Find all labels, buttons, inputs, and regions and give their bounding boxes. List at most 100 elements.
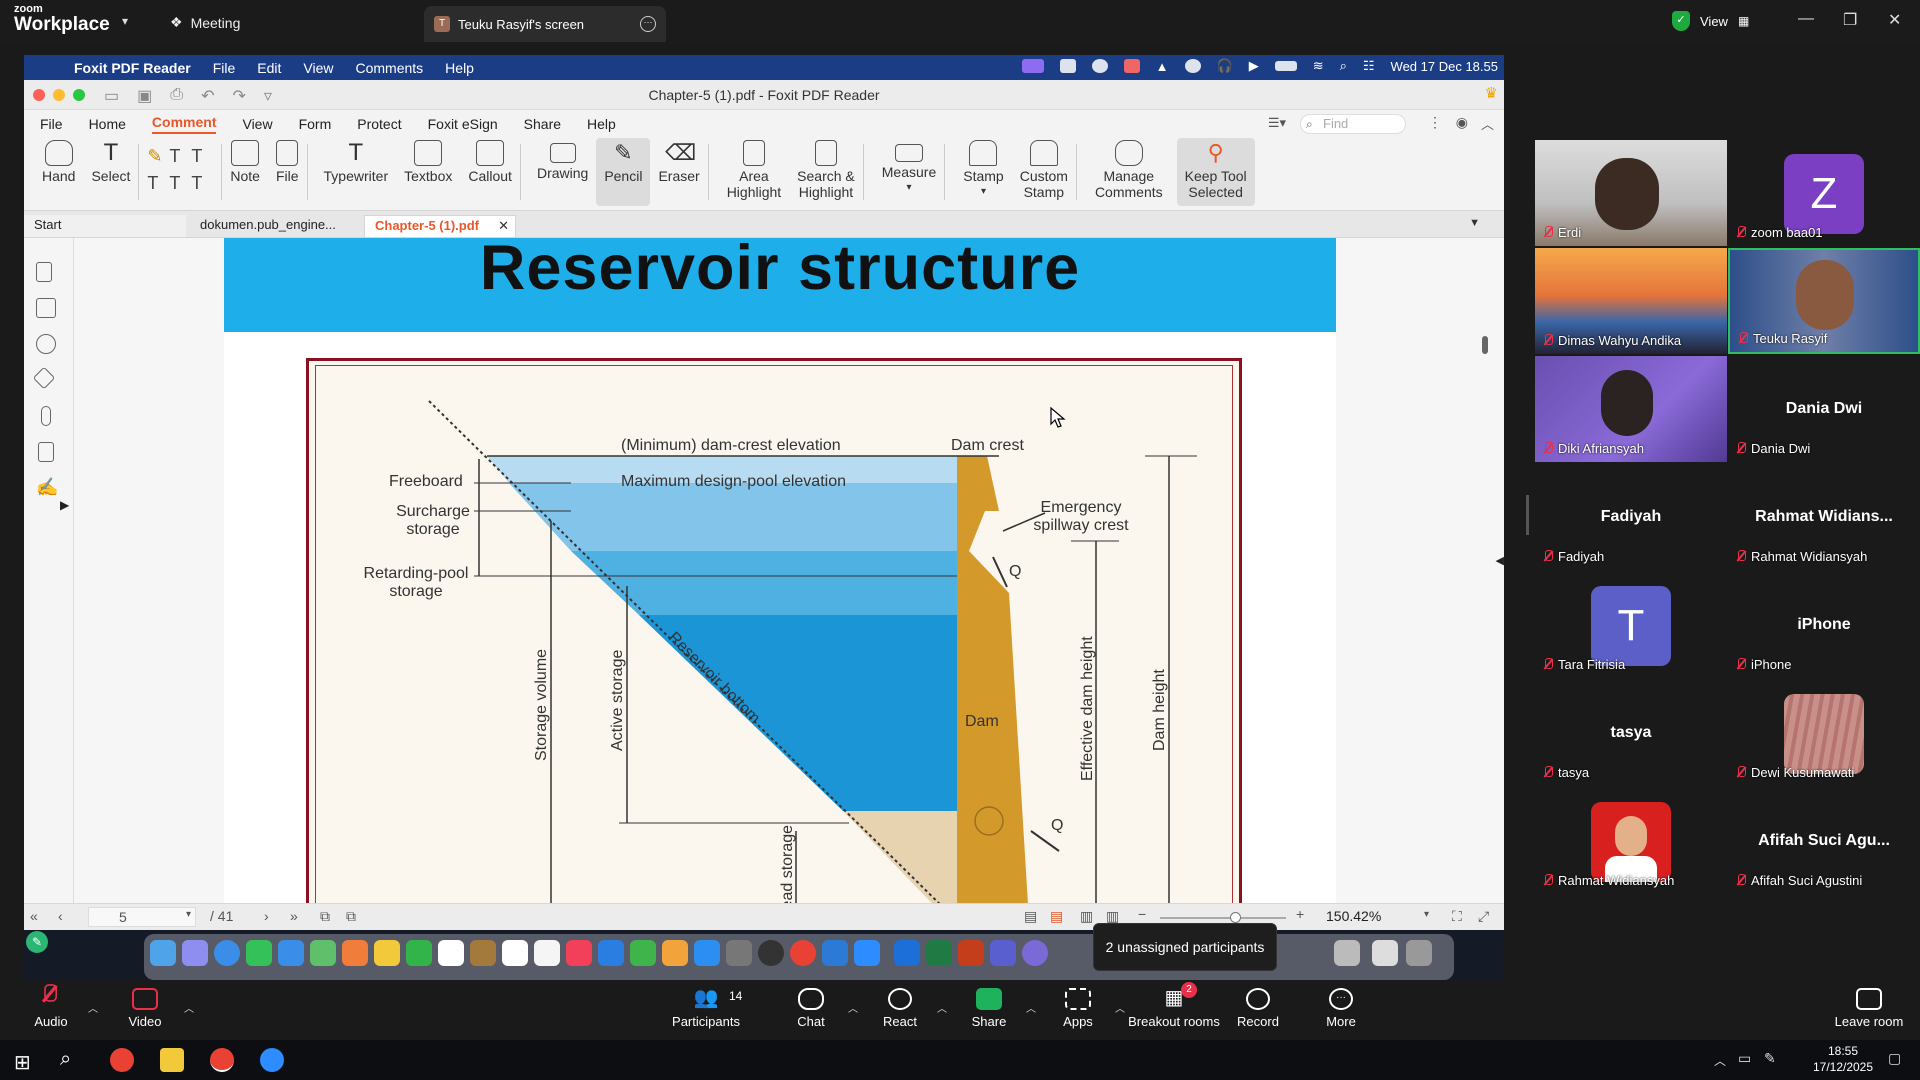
vertical-scrollbar-thumb[interactable]: [1482, 336, 1488, 354]
first-page-icon[interactable]: «: [30, 908, 38, 924]
participant-tile-tara[interactable]: T Tara Fitrisia: [1535, 572, 1727, 678]
more-button[interactable]: ··· More: [1296, 986, 1386, 1029]
pages-app-icon[interactable]: [662, 940, 688, 966]
chrome-active-icon[interactable]: [210, 1048, 234, 1072]
chrome-icon[interactable]: [790, 940, 816, 966]
chatgpt-icon[interactable]: [758, 940, 784, 966]
video-button[interactable]: Video ︿: [100, 986, 194, 1029]
file-explorer-icon[interactable]: [160, 1048, 184, 1072]
record-button[interactable]: Record: [1213, 986, 1303, 1029]
zoom-taskbar-icon[interactable]: [260, 1048, 284, 1072]
numbers-icon[interactable]: [630, 940, 656, 966]
area-highlight-tool[interactable]: Area Highlight: [719, 138, 789, 200]
comments-icon[interactable]: [36, 334, 56, 354]
react-button[interactable]: React ︿: [855, 986, 947, 1029]
participant-tile-tasya[interactable]: tasya tasya: [1535, 680, 1727, 786]
audio-button[interactable]: Audio ︿: [6, 984, 98, 1029]
battery-icon[interactable]: [1274, 61, 1297, 71]
eraser-tool[interactable]: ⌫ Eraser: [650, 138, 707, 184]
typewriter-tool[interactable]: T Typewriter: [316, 138, 397, 185]
pen-icon[interactable]: ✎: [1764, 1050, 1776, 1067]
tray-chevron-icon[interactable]: ︿: [1714, 1052, 1726, 1069]
freeform-icon[interactable]: [534, 940, 560, 966]
safari-icon[interactable]: [214, 940, 240, 966]
prev-page-icon[interactable]: ‹: [58, 908, 63, 924]
spotlight-search-icon[interactable]: ⌕: [1340, 58, 1347, 74]
pencil-tool[interactable]: ✎ Pencil: [596, 138, 651, 206]
expand-panel-icon[interactable]: ▶: [60, 498, 69, 512]
zoom-level[interactable]: 150.42%: [1326, 908, 1381, 924]
mac-clock[interactable]: Wed 17 Dec 18.55: [1391, 59, 1498, 74]
outlook-icon[interactable]: [894, 940, 920, 966]
messages-icon[interactable]: [246, 940, 272, 966]
collapse-right-icon[interactable]: ◀: [1496, 554, 1504, 567]
siri-icon[interactable]: [1022, 940, 1048, 966]
music-icon[interactable]: [566, 940, 592, 966]
tab-home[interactable]: Home: [89, 116, 126, 132]
taskbar-clock[interactable]: 18:55 17/12/2025: [1808, 1043, 1878, 1075]
tab-list-icon[interactable]: ▼: [1469, 217, 1480, 229]
mac-menu-view[interactable]: View: [303, 60, 333, 76]
leave-room-button[interactable]: Leave room: [1824, 986, 1914, 1029]
keep-tool-selected-toggle[interactable]: ⚲ Keep Tool Selected: [1176, 138, 1255, 206]
network-icon[interactable]: ▭: [1738, 1050, 1751, 1067]
manage-comments-tool[interactable]: Manage Comments: [1087, 138, 1171, 200]
minimize-icon[interactable]: —: [1798, 10, 1814, 28]
zoom-slider[interactable]: [1160, 912, 1286, 923]
screen-share-icon[interactable]: [1021, 59, 1044, 73]
find-input[interactable]: ⌕ Find: [1300, 114, 1406, 134]
document-view[interactable]: Reservoir structure (Minimum) dam-crest …: [74, 238, 1504, 903]
participant-tile-rahmat-2[interactable]: Rahmat Widiansyah: [1535, 788, 1727, 894]
fit-page-icon[interactable]: ⛶: [1452, 908, 1462, 925]
extract-page-icon[interactable]: ⧉: [346, 908, 356, 925]
facing-page-icon[interactable]: ▥: [1080, 908, 1093, 925]
textbox-tool[interactable]: Textbox: [396, 138, 460, 184]
last-page-icon[interactable]: »: [290, 908, 298, 924]
audio-options-icon[interactable]: ︿: [88, 1000, 98, 1015]
folder-icon[interactable]: [1372, 940, 1398, 966]
layers-icon[interactable]: [32, 366, 56, 390]
single-page-icon[interactable]: ▤: [1024, 908, 1037, 925]
wifi-icon[interactable]: ≋: [1313, 58, 1324, 74]
cloud-icon[interactable]: [1091, 59, 1108, 73]
callout-tool[interactable]: Callout: [460, 138, 520, 184]
zoom-app-icon[interactable]: [854, 940, 880, 966]
shield-status-icon[interactable]: [1123, 59, 1140, 73]
replace-text-icon[interactable]: T: [169, 173, 191, 194]
participant-tile-erdi[interactable]: Erdi: [1535, 140, 1727, 246]
video-options-icon[interactable]: ︿: [184, 1000, 194, 1015]
restore-icon[interactable]: ❐: [1843, 10, 1857, 30]
participant-tile-diki[interactable]: Diki Afriansyah: [1535, 356, 1727, 462]
participant-tile-dania[interactable]: Dania Dwi Dania Dwi: [1728, 356, 1920, 462]
collapse-ribbon-icon[interactable]: ︿: [1481, 114, 1494, 133]
headphones-icon[interactable]: 🎧: [1217, 58, 1233, 74]
shared-screen-tab[interactable]: T Teuku Rasyif's screen ···: [424, 6, 666, 42]
zoom-out-icon[interactable]: −: [1138, 906, 1146, 922]
control-center-icon[interactable]: ☷: [1363, 58, 1375, 74]
participant-tile-fadiyah[interactable]: Fadiyah Fadiyah: [1535, 464, 1727, 570]
zoom-in-icon[interactable]: +: [1296, 906, 1304, 922]
preview-icon[interactable]: [726, 940, 752, 966]
pages-icon[interactable]: [36, 298, 56, 318]
drive-icon[interactable]: ▲: [1156, 59, 1169, 74]
apps-button[interactable]: Apps ︿: [1033, 986, 1125, 1029]
launchpad-icon[interactable]: [182, 940, 208, 966]
excel-icon[interactable]: [926, 940, 952, 966]
custom-stamp-tool[interactable]: Custom Stamp: [1012, 138, 1076, 200]
search-options-icon[interactable]: ☰▾: [1268, 115, 1286, 131]
next-page-icon[interactable]: ›: [264, 908, 269, 924]
participant-tile-zoom-baa01[interactable]: Z zoom baa01: [1728, 140, 1920, 246]
share-button[interactable]: Share ︿: [944, 986, 1036, 1029]
annotate-pen-icon[interactable]: ✎: [26, 931, 48, 953]
trash-icon[interactable]: [1406, 940, 1432, 966]
participants-button[interactable]: 👥 14 Participants: [661, 986, 751, 1029]
tab-protect[interactable]: Protect: [357, 116, 401, 132]
underline-icon[interactable]: T: [191, 146, 213, 167]
notes-icon[interactable]: [374, 940, 400, 966]
tab-foxit-esign[interactable]: Foxit eSign: [428, 116, 498, 132]
doc-tab-dokumen[interactable]: dokumen.pub_engine...: [190, 215, 360, 237]
participant-tile-dimas[interactable]: Dimas Wahyu Andika: [1535, 248, 1727, 354]
mail-icon[interactable]: [278, 940, 304, 966]
participant-tile-rahmat[interactable]: Rahmat Widians... Rahmat Widiansyah: [1728, 464, 1920, 570]
photos-icon[interactable]: [342, 940, 368, 966]
